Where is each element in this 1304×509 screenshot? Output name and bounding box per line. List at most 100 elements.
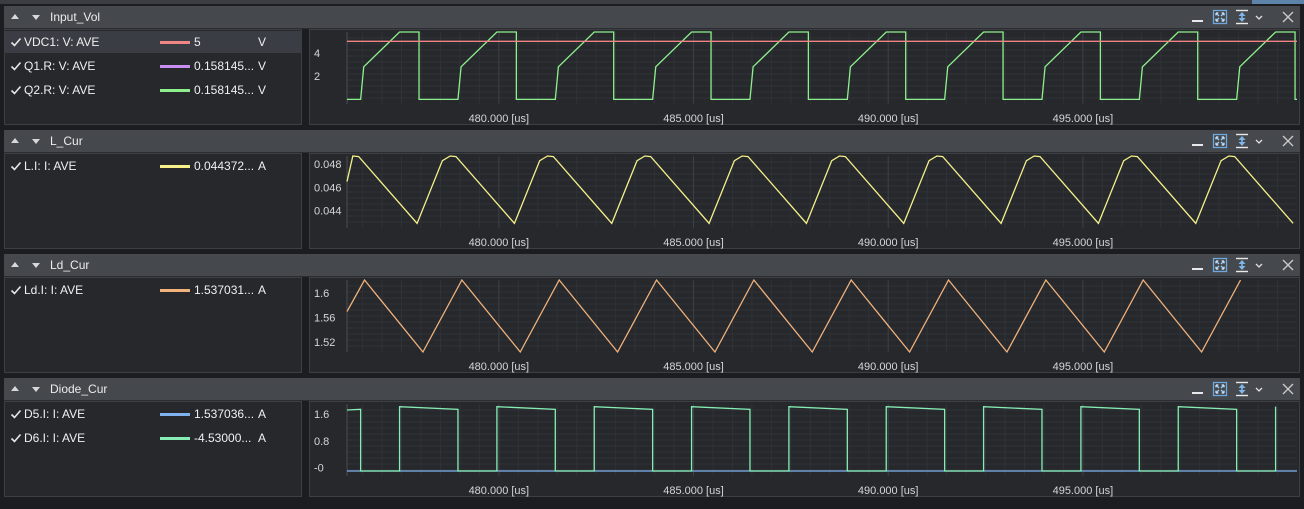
panel-ld-cur: Ld_Cur Ld.I: I: AVE 1.537031... A 1.6 1.56 1.5… [4, 254, 1300, 374]
autoscale-icon[interactable] [1234, 133, 1250, 149]
visibility-checkbox[interactable] [10, 60, 22, 72]
waveform-plot[interactable]: 1.6 1.56 1.52 480.000 [us] 485.000 [us] 490.0… [309, 277, 1300, 373]
x-tick-label: 480.000 [us] [469, 485, 530, 497]
autoscale-icon[interactable] [1234, 9, 1250, 25]
y-tick-label: 1.6 [314, 288, 329, 300]
signal-unit: V [258, 59, 267, 73]
waveform-li [346, 155, 1294, 225]
y-tick-label: -0 [314, 463, 324, 475]
visibility-checkbox[interactable] [10, 284, 22, 296]
signal-name: VDC1: V: AVE [24, 35, 100, 49]
chevron-down-icon[interactable] [1254, 381, 1264, 397]
signal-name: Ld.I: I: AVE [24, 283, 84, 297]
legend-row-vdc1[interactable]: VDC1: V: AVE 5 V [5, 31, 301, 53]
visibility-checkbox[interactable] [10, 84, 22, 96]
x-tick-label: 490.000 [us] [858, 361, 919, 373]
x-tick-label: 485.000 [us] [663, 113, 724, 125]
panel-header: Ld_Cur [4, 254, 1300, 277]
y-tick-label: 4 [314, 48, 320, 60]
close-icon[interactable] [1280, 257, 1296, 273]
traces [346, 155, 1294, 225]
visibility-checkbox[interactable] [10, 408, 22, 420]
x-tick-label: 490.000 [us] [858, 113, 919, 125]
x-tick-label: 490.000 [us] [858, 485, 919, 497]
fit-view-icon[interactable] [1212, 381, 1228, 397]
grid [347, 280, 1297, 352]
panel-input-vol: Input_Vol VDC1: V: AVE 5 V Q1.R: V: AVE 0.158… [4, 6, 1300, 126]
minimize-icon[interactable] [1190, 257, 1206, 273]
grid [347, 32, 1297, 104]
fit-view-icon[interactable] [1212, 257, 1228, 273]
legend-row-ldi[interactable]: Ld.I: I: AVE 1.537031... A [5, 279, 301, 301]
signal-color-swatch [160, 165, 190, 168]
autoscale-icon[interactable] [1234, 257, 1250, 273]
waveform-svg: 1.6 0.8 -0 480.000 [us] 485.000 [us] 490.000 … [314, 404, 1297, 497]
expand-triangle-down-icon[interactable] [32, 15, 40, 20]
signal-name: L.I: I: AVE [24, 159, 77, 173]
collapse-triangle-up-icon[interactable] [11, 14, 19, 19]
legend-row-q1r[interactable]: Q1.R: V: AVE 0.158145... V [5, 55, 301, 77]
signal-unit: V [258, 83, 267, 97]
signal-name: D6.I: I: AVE [24, 431, 86, 445]
legend-row-li[interactable]: L.I: I: AVE 0.044372... A [5, 155, 301, 177]
signal-unit: A [258, 283, 267, 297]
legend-row-d5i[interactable]: D5.I: I: AVE 1.537036... A [5, 403, 301, 425]
y-tick-label: 1.6 [314, 409, 329, 421]
panel-header: Diode_Cur [4, 378, 1300, 401]
expand-triangle-down-icon[interactable] [32, 263, 40, 268]
signal-name: Q2.R: V: AVE [24, 83, 96, 97]
waveform-plot[interactable]: 0.048 0.046 0.044 480.000 [us] 485.000 [us] 4… [309, 153, 1300, 249]
close-icon[interactable] [1280, 133, 1296, 149]
signal-color-swatch [160, 437, 190, 440]
collapse-triangle-up-icon[interactable] [11, 386, 19, 391]
legend-row-q2r[interactable]: Q2.R: V: AVE 0.158145... V [5, 79, 301, 101]
x-tick-label: 480.000 [us] [469, 237, 530, 249]
legend-row-d6i[interactable]: D6.I: I: AVE -4.53000... A [5, 427, 301, 449]
traces [347, 31, 1297, 100]
fit-view-icon[interactable] [1212, 9, 1228, 25]
y-tick-label: 0.046 [314, 182, 342, 194]
y-tick-label: 0.048 [314, 159, 342, 171]
autoscale-icon[interactable] [1234, 381, 1250, 397]
panel-header: L_Cur [4, 130, 1300, 153]
top-accent [1252, 0, 1304, 4]
fit-view-icon[interactable] [1212, 133, 1228, 149]
minimize-icon[interactable] [1190, 133, 1206, 149]
signal-legend: Ld.I: I: AVE 1.537031... A [4, 277, 302, 373]
expand-triangle-down-icon[interactable] [32, 387, 40, 392]
signal-unit: A [258, 159, 267, 173]
panel-title: Input_Vol [50, 10, 101, 24]
signal-value: 1.537031... [194, 283, 255, 297]
signal-value: 0.044372... [194, 159, 255, 173]
chevron-down-icon[interactable] [1254, 133, 1264, 149]
waveform-plot[interactable]: 4 2 480.000 [us] 485.000 [us] 490.000 [us] 49… [309, 29, 1300, 125]
signal-legend: VDC1: V: AVE 5 V Q1.R: V: AVE 0.158145... V Q2… [4, 29, 302, 125]
signal-legend: L.I: I: AVE 0.044372... A [4, 153, 302, 249]
chevron-down-icon[interactable] [1254, 257, 1264, 273]
signal-value: 1.537036... [194, 407, 255, 421]
y-tick-label: 2 [314, 71, 320, 83]
grid [347, 404, 1297, 476]
waveform-svg: 4 2 480.000 [us] 485.000 [us] 490.000 [us] 49… [314, 31, 1297, 125]
visibility-checkbox[interactable] [10, 432, 22, 444]
y-tick-label: 0.044 [314, 206, 342, 218]
panel-title: Diode_Cur [50, 382, 108, 396]
x-tick-label: 495.000 [us] [1053, 237, 1114, 249]
visibility-checkbox[interactable] [10, 160, 22, 172]
y-tick-label: 1.52 [314, 337, 335, 349]
close-icon[interactable] [1280, 9, 1296, 25]
panel-title: Ld_Cur [50, 258, 90, 272]
expand-triangle-down-icon[interactable] [32, 139, 40, 144]
visibility-checkbox[interactable] [10, 36, 22, 48]
collapse-triangle-up-icon[interactable] [11, 138, 19, 143]
signal-color-swatch [160, 41, 190, 44]
minimize-icon[interactable] [1190, 381, 1206, 397]
collapse-triangle-up-icon[interactable] [11, 262, 19, 267]
chevron-down-icon[interactable] [1254, 9, 1264, 25]
signal-name: D5.I: I: AVE [24, 407, 86, 421]
minimize-icon[interactable] [1190, 9, 1206, 25]
waveform-plot[interactable]: 1.6 0.8 -0 480.000 [us] 485.000 [us] 490.000 … [309, 401, 1300, 497]
signal-unit: V [258, 35, 267, 49]
signal-color-swatch [160, 89, 190, 92]
close-icon[interactable] [1280, 381, 1296, 397]
